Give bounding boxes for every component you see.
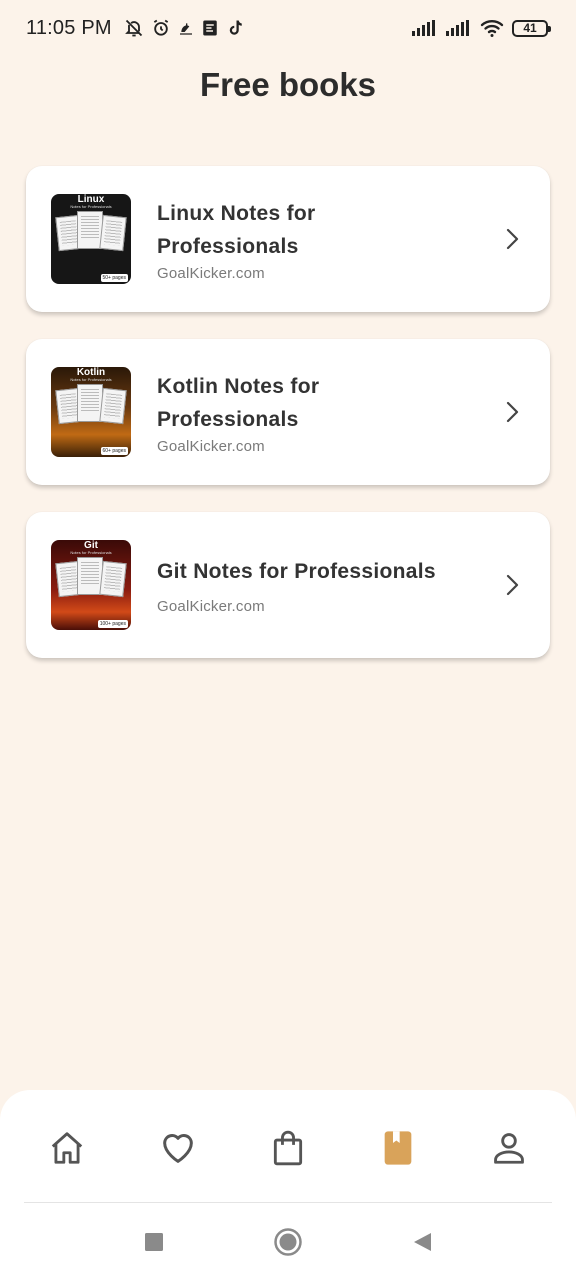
cover-subtitle: Notes for Professionals xyxy=(70,377,112,382)
status-bar-left: 11:05 PM xyxy=(26,17,244,40)
tiktok-icon xyxy=(226,19,244,37)
shopping-bag-icon xyxy=(273,1130,303,1166)
book-list: Linux Notes for Professionals 50+ pages … xyxy=(26,166,550,685)
wifi-icon xyxy=(480,18,504,38)
nav-item-profile[interactable] xyxy=(479,1126,539,1170)
chevron-right-icon xyxy=(506,401,519,423)
notification-icon xyxy=(178,20,194,36)
book-card-git[interactable]: Git Notes for Professionals 100+ pages G… xyxy=(26,512,550,658)
book-title-line: Git Notes for Professionals xyxy=(157,560,436,583)
nav-divider xyxy=(24,1202,552,1203)
page-title: Free books xyxy=(199,66,377,103)
cover-page xyxy=(99,387,127,425)
status-bar-right: 41 xyxy=(412,18,551,38)
bottom-navigation xyxy=(0,1090,576,1280)
book-info: Kotlin Notes for Professionals GoalKicke… xyxy=(157,370,500,455)
book-info: Git Notes for Professionals GoalKicker.c… xyxy=(157,555,500,615)
battery-level: 41 xyxy=(523,21,537,35)
book-publisher: GoalKicker.com xyxy=(157,598,265,615)
book-publisher: GoalKicker.com xyxy=(157,264,265,282)
system-navigation-bar xyxy=(0,1220,576,1264)
book-publisher: GoalKicker.com xyxy=(157,437,265,455)
home-icon xyxy=(51,1132,83,1164)
nav-item-shop[interactable] xyxy=(258,1126,318,1170)
nav-items xyxy=(0,1126,576,1170)
alarm-icon xyxy=(151,18,171,38)
book-icon xyxy=(385,1131,412,1165)
chevron-right-icon xyxy=(506,574,519,596)
cover-subtitle: Notes for Professionals xyxy=(70,550,112,555)
book-title-line: Professionals xyxy=(157,234,299,258)
chevron-right-icon xyxy=(506,228,519,250)
recents-button[interactable] xyxy=(136,1224,172,1260)
book-title-line: Kotlin Notes for xyxy=(157,374,320,398)
signal-icon xyxy=(446,20,472,36)
book-title-line: Linux Notes for xyxy=(157,201,316,225)
person-icon xyxy=(493,1133,524,1164)
book-title-line: Professionals xyxy=(157,407,299,431)
back-triangle-icon xyxy=(414,1233,431,1251)
book-card-kotlin[interactable]: Kotlin Notes for Professionals 60+ pages… xyxy=(26,339,550,485)
cover-badge: 100+ pages xyxy=(97,620,128,628)
status-time: 11:05 PM xyxy=(26,16,112,39)
nav-item-books[interactable] xyxy=(368,1126,428,1170)
battery-icon: 41 xyxy=(512,19,551,37)
home-circle-icon xyxy=(274,1228,302,1256)
book-info: Linux Notes for Professionals GoalKicker… xyxy=(157,197,500,282)
system-home-button[interactable] xyxy=(270,1224,306,1260)
signal-icon xyxy=(412,20,438,36)
cover-page xyxy=(99,560,127,598)
status-notification-icons xyxy=(124,18,244,38)
bell-off-icon xyxy=(124,18,144,38)
book-cover-image: Linux Notes for Professionals 50+ pages xyxy=(51,194,131,284)
book-cover-image: Kotlin Notes for Professionals 60+ pages xyxy=(51,367,131,457)
recents-square-icon xyxy=(145,1233,163,1251)
book-cover-image: Git Notes for Professionals 100+ pages xyxy=(51,540,131,630)
nav-item-home[interactable] xyxy=(37,1126,97,1170)
cover-page xyxy=(99,214,127,252)
back-button[interactable] xyxy=(404,1224,440,1260)
heart-icon xyxy=(162,1134,193,1163)
app-icon xyxy=(201,19,219,37)
cover-badge: 60+ pages xyxy=(100,447,128,455)
nav-item-favorites[interactable] xyxy=(148,1126,208,1170)
book-card-linux[interactable]: Linux Notes for Professionals 50+ pages … xyxy=(26,166,550,312)
status-bar: 11:05 PM 41 xyxy=(0,0,576,56)
cover-badge: 50+ pages xyxy=(100,274,128,282)
cover-subtitle: Notes for Professionals xyxy=(70,204,112,209)
